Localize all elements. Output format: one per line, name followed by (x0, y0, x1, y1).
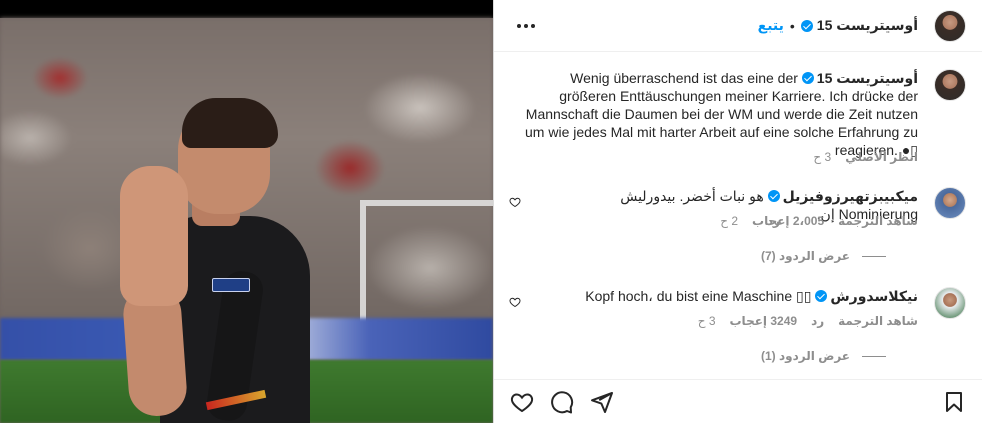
photo-top-band (0, 0, 493, 18)
verified-badge-icon (800, 19, 813, 32)
caption-meta: انظر الأصلي 3 ح (813, 150, 918, 164)
follow-button[interactable]: يتبع (758, 17, 784, 34)
post-side-panel: أوسيتريست 15 • يتبع أوسيتريست 15 Wenig ü… (493, 0, 982, 423)
comment-time[interactable]: 3 ح (698, 314, 716, 328)
view-replies-text[interactable]: عرض الردود (1) (761, 349, 850, 363)
bookmark-icon[interactable] (942, 390, 966, 414)
caption: أوسيتريست 15 Wenig überraschend ist das … (510, 69, 966, 159)
comment-reply-wrap: رد (767, 214, 780, 228)
instagram-post: أوسيتريست 15 • يتبع أوسيتريست 15 Wenig ü… (0, 0, 982, 423)
heart-icon[interactable] (510, 390, 534, 414)
player-hair (182, 98, 278, 148)
post-photo[interactable] (0, 0, 493, 423)
author-username-text[interactable]: أوسيتريست 15 (817, 17, 918, 34)
verified-badge-icon (801, 72, 814, 84)
caption-author-avatar[interactable] (934, 69, 966, 101)
comment-username[interactable]: ميكبيبزتهيرزوفيزيل (767, 187, 918, 205)
caption-username[interactable]: أوسيتريست 15 (801, 69, 918, 87)
comment-author-avatar[interactable] (934, 287, 966, 319)
replies-line (862, 255, 886, 257)
comment-author-avatar[interactable] (934, 187, 966, 219)
verified-badge-icon (767, 190, 780, 202)
comment-icon[interactable] (550, 390, 574, 414)
comment-username[interactable]: نيكلاسدورش (815, 287, 918, 305)
caption-see-original[interactable]: انظر الأصلي (845, 150, 918, 164)
caption-username-text[interactable]: أوسيتريست 15 (817, 69, 918, 87)
comment-text: Kopf hoch، du bist eine Maschine ▯▯ (585, 288, 812, 304)
comments-list[interactable]: أوسيتريست 15 Wenig überraschend ist das … (494, 53, 982, 375)
comment-username-text[interactable]: ميكبيبزتهيرزوفيزيل (783, 187, 918, 205)
comment-meta: شاهد الترجمة 2،005 إعجاب 2 ح (720, 214, 918, 228)
post-header: أوسيتريست 15 • يتبع (494, 0, 982, 52)
comment-time[interactable]: 2 ح (720, 214, 738, 228)
author-username[interactable]: أوسيتريست 15 (800, 17, 918, 34)
comment-likes-count[interactable]: 2،005 إعجاب (752, 214, 824, 228)
view-replies-text[interactable]: عرض الردود (7) (761, 249, 850, 263)
verified-badge-icon (815, 290, 828, 302)
view-replies-button[interactable]: عرض الردود (7) (761, 249, 886, 263)
caption-body: أوسيتريست 15 Wenig überraschend ist das … (510, 69, 918, 159)
player-clapping-hands (120, 166, 188, 306)
comment-like-heart-icon[interactable] (509, 196, 521, 208)
more-options-icon[interactable] (514, 14, 538, 38)
reply-link[interactable]: رد (767, 214, 780, 228)
header-dot-separator: • (789, 17, 795, 34)
view-replies-button[interactable]: عرض الردود (1) (761, 349, 886, 363)
comment-likes-count[interactable]: 3249 إعجاب (730, 314, 798, 328)
comment-meta: شاهد الترجمة رد 3249 إعجاب 3 ح (698, 314, 918, 328)
replies-line (862, 355, 886, 357)
comment-like-heart-icon[interactable] (509, 296, 521, 308)
share-icon[interactable] (590, 390, 614, 414)
reply-link[interactable]: رد (811, 314, 824, 328)
comment-username-text[interactable]: نيكلاسدورش (830, 287, 918, 305)
author-avatar[interactable] (934, 9, 966, 42)
caption-time[interactable]: 3 ح (813, 150, 831, 164)
photo-player (120, 96, 320, 423)
respect-patch (212, 278, 250, 292)
post-actions-bar (494, 379, 982, 423)
see-translation-link[interactable]: شاهد الترجمة (838, 214, 918, 228)
see-translation-link[interactable]: شاهد الترجمة (838, 314, 918, 328)
